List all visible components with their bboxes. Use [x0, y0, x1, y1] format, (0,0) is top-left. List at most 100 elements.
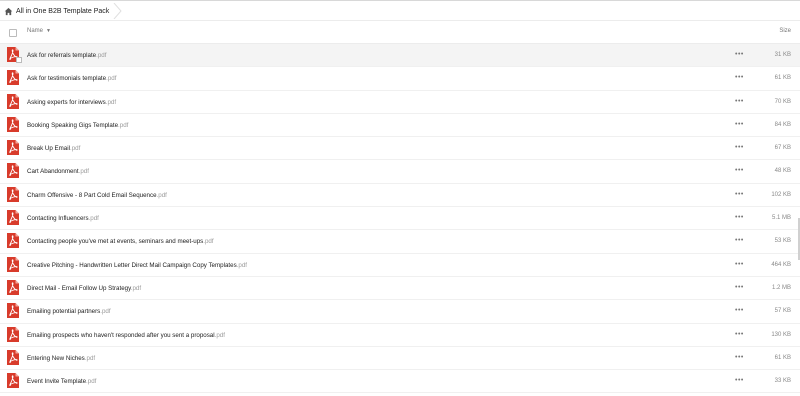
- pdf-file-icon: [7, 326, 19, 342]
- file-size: 84 KB: [774, 121, 791, 128]
- more-options-icon[interactable]: •••: [735, 284, 744, 291]
- file-extension: .pdf: [130, 284, 142, 292]
- more-options-icon[interactable]: •••: [735, 354, 744, 361]
- file-name-text: Emailing prospects who haven't responded…: [27, 331, 215, 339]
- file-row[interactable]: Asking experts for interviews.pdf ••• 70 K…: [0, 91, 800, 114]
- file-size: 464 KB: [771, 261, 791, 268]
- file-name[interactable]: Break Up Email.pdf: [27, 145, 80, 152]
- file-name[interactable]: Emailing prospects who haven't responded…: [27, 332, 225, 339]
- file-row[interactable]: Creative Pitching - Handwritten Letter D…: [0, 254, 800, 277]
- file-name-text: Emailing potential partners: [27, 308, 101, 316]
- file-size: 1.2 MB: [771, 284, 791, 291]
- file-name-text: Booking Speaking Gigs Template: [27, 121, 119, 129]
- sort-down-icon[interactable]: ▼: [46, 28, 51, 34]
- file-size: 70 KB: [774, 98, 791, 105]
- file-size: 61 KB: [774, 354, 791, 361]
- file-size: 102 KB: [771, 191, 791, 198]
- pdf-file-icon: [7, 349, 19, 365]
- pdf-file-icon: [7, 373, 19, 389]
- file-extension: .pdf: [78, 168, 89, 176]
- row-checkbox[interactable]: [16, 57, 22, 63]
- file-name-text: Entering New Niches: [27, 354, 85, 362]
- more-options-icon[interactable]: •••: [735, 74, 744, 81]
- list-header: Name ▼ Size: [0, 21, 800, 44]
- more-options-icon[interactable]: •••: [735, 261, 744, 268]
- more-options-icon[interactable]: •••: [735, 214, 744, 221]
- pdf-file-icon: [7, 70, 19, 86]
- pdf-file-icon: [7, 303, 19, 319]
- size-column-header[interactable]: Size: [779, 28, 791, 34]
- file-row[interactable]: Emailing potential partners.pdf ••• 57 KB: [0, 300, 800, 324]
- file-name[interactable]: Ask for referrals template.pdf: [27, 52, 106, 59]
- file-name[interactable]: Contacting people you've met at events, …: [27, 238, 214, 245]
- file-row[interactable]: Contacting Influencers.pdf ••• 5.1 MB: [0, 207, 800, 231]
- file-name-text: Ask for referrals template: [27, 52, 97, 59]
- pdf-file-icon: [7, 93, 19, 109]
- file-name-text: Direct Mail - Email Follow Up Strategy: [27, 284, 131, 292]
- file-row[interactable]: Charm Offensive - 8 Part Cold Email Sequ…: [0, 184, 800, 208]
- file-name-text: Creative Pitching - Handwritten Letter D…: [27, 261, 237, 269]
- file-extension: .pdf: [236, 261, 247, 269]
- file-row[interactable]: Break Up Email.pdf ••• 67 KB: [0, 137, 800, 161]
- file-name-text: Contacting Influencers: [27, 215, 89, 223]
- file-size: 53 KB: [774, 238, 791, 245]
- file-row[interactable]: Ask for referrals template.pdf ••• 31 KB: [0, 44, 800, 68]
- file-name[interactable]: Event Invite Template.pdf: [27, 378, 96, 385]
- name-column-header[interactable]: Name ▼: [27, 28, 51, 34]
- file-extension: .pdf: [88, 215, 99, 223]
- file-name[interactable]: Cart Abandonment.pdf: [27, 168, 89, 175]
- file-extension: .pdf: [69, 145, 81, 153]
- file-name-text: Event Invite Template: [27, 378, 87, 386]
- file-name[interactable]: Contacting Influencers.pdf: [27, 215, 99, 222]
- pdf-file-icon: [7, 233, 19, 249]
- file-name[interactable]: Entering New Niches.pdf: [27, 355, 95, 362]
- more-options-icon[interactable]: •••: [735, 331, 744, 338]
- file-extension: .pdf: [86, 378, 97, 386]
- more-options-icon[interactable]: •••: [735, 98, 744, 105]
- file-row[interactable]: Cart Abandonment.pdf ••• 48 KB: [0, 160, 800, 184]
- more-options-icon[interactable]: •••: [735, 191, 744, 198]
- file-size: 33 KB: [774, 378, 791, 385]
- file-extension: .pdf: [105, 98, 117, 106]
- file-name[interactable]: Booking Speaking Gigs Template.pdf: [27, 122, 128, 129]
- file-name[interactable]: Creative Pitching - Handwritten Letter D…: [27, 262, 247, 269]
- breadcrumb-folder[interactable]: All in One B2B Template Pack: [16, 8, 109, 15]
- file-name-text: Charm Offensive - 8 Part Cold Email Sequ…: [27, 191, 157, 199]
- file-name[interactable]: Direct Mail - Email Follow Up Strategy.p…: [27, 285, 141, 292]
- file-name-text: Asking experts for interviews: [27, 98, 106, 106]
- file-extension: .pdf: [214, 331, 225, 339]
- top-border: [0, 0, 800, 1]
- breadcrumb[interactable]: All in One B2B Template Pack: [4, 3, 123, 19]
- more-options-icon[interactable]: •••: [735, 167, 744, 174]
- select-all-checkbox[interactable]: [9, 29, 17, 37]
- more-options-icon[interactable]: •••: [735, 377, 744, 384]
- file-name[interactable]: Asking experts for interviews.pdf: [27, 99, 116, 106]
- pdf-file-icon: [7, 256, 19, 272]
- file-extension: .pdf: [100, 308, 111, 316]
- pdf-file-icon: [7, 210, 19, 226]
- file-row[interactable]: Ask for testimonials template.pdf ••• 61 K…: [0, 67, 800, 91]
- more-options-icon[interactable]: •••: [735, 144, 744, 151]
- more-options-icon[interactable]: •••: [735, 307, 744, 314]
- home-icon[interactable]: [4, 7, 13, 16]
- pdf-file-icon: [7, 116, 19, 132]
- file-name-text: Contacting people you've met at events, …: [27, 238, 204, 246]
- name-column-label: Name: [27, 28, 44, 34]
- file-name[interactable]: Charm Offensive - 8 Part Cold Email Sequ…: [27, 192, 167, 199]
- file-row[interactable]: Booking Speaking Gigs Template.pdf ••• 84 …: [0, 114, 800, 138]
- file-extension: .pdf: [156, 191, 167, 199]
- file-size: 130 KB: [771, 331, 791, 338]
- file-size: 61 KB: [774, 75, 791, 82]
- file-size: 5.1 MB: [771, 215, 791, 222]
- file-extension: .pdf: [106, 75, 117, 83]
- file-row[interactable]: Emailing prospects who haven't responded…: [0, 324, 800, 347]
- file-name[interactable]: Ask for testimonials template.pdf: [27, 75, 116, 82]
- more-options-icon[interactable]: •••: [735, 51, 744, 58]
- file-row[interactable]: Entering New Niches.pdf ••• 61 KB: [0, 347, 800, 371]
- file-row[interactable]: Event Invite Template.pdf ••• 33 KB: [0, 370, 800, 394]
- more-options-icon[interactable]: •••: [735, 121, 744, 128]
- file-name[interactable]: Emailing potential partners.pdf: [27, 308, 111, 315]
- file-row[interactable]: Contacting people you've met at events, …: [0, 230, 800, 254]
- more-options-icon[interactable]: •••: [735, 237, 744, 244]
- file-row[interactable]: Direct Mail - Email Follow Up Strategy.p…: [0, 277, 800, 301]
